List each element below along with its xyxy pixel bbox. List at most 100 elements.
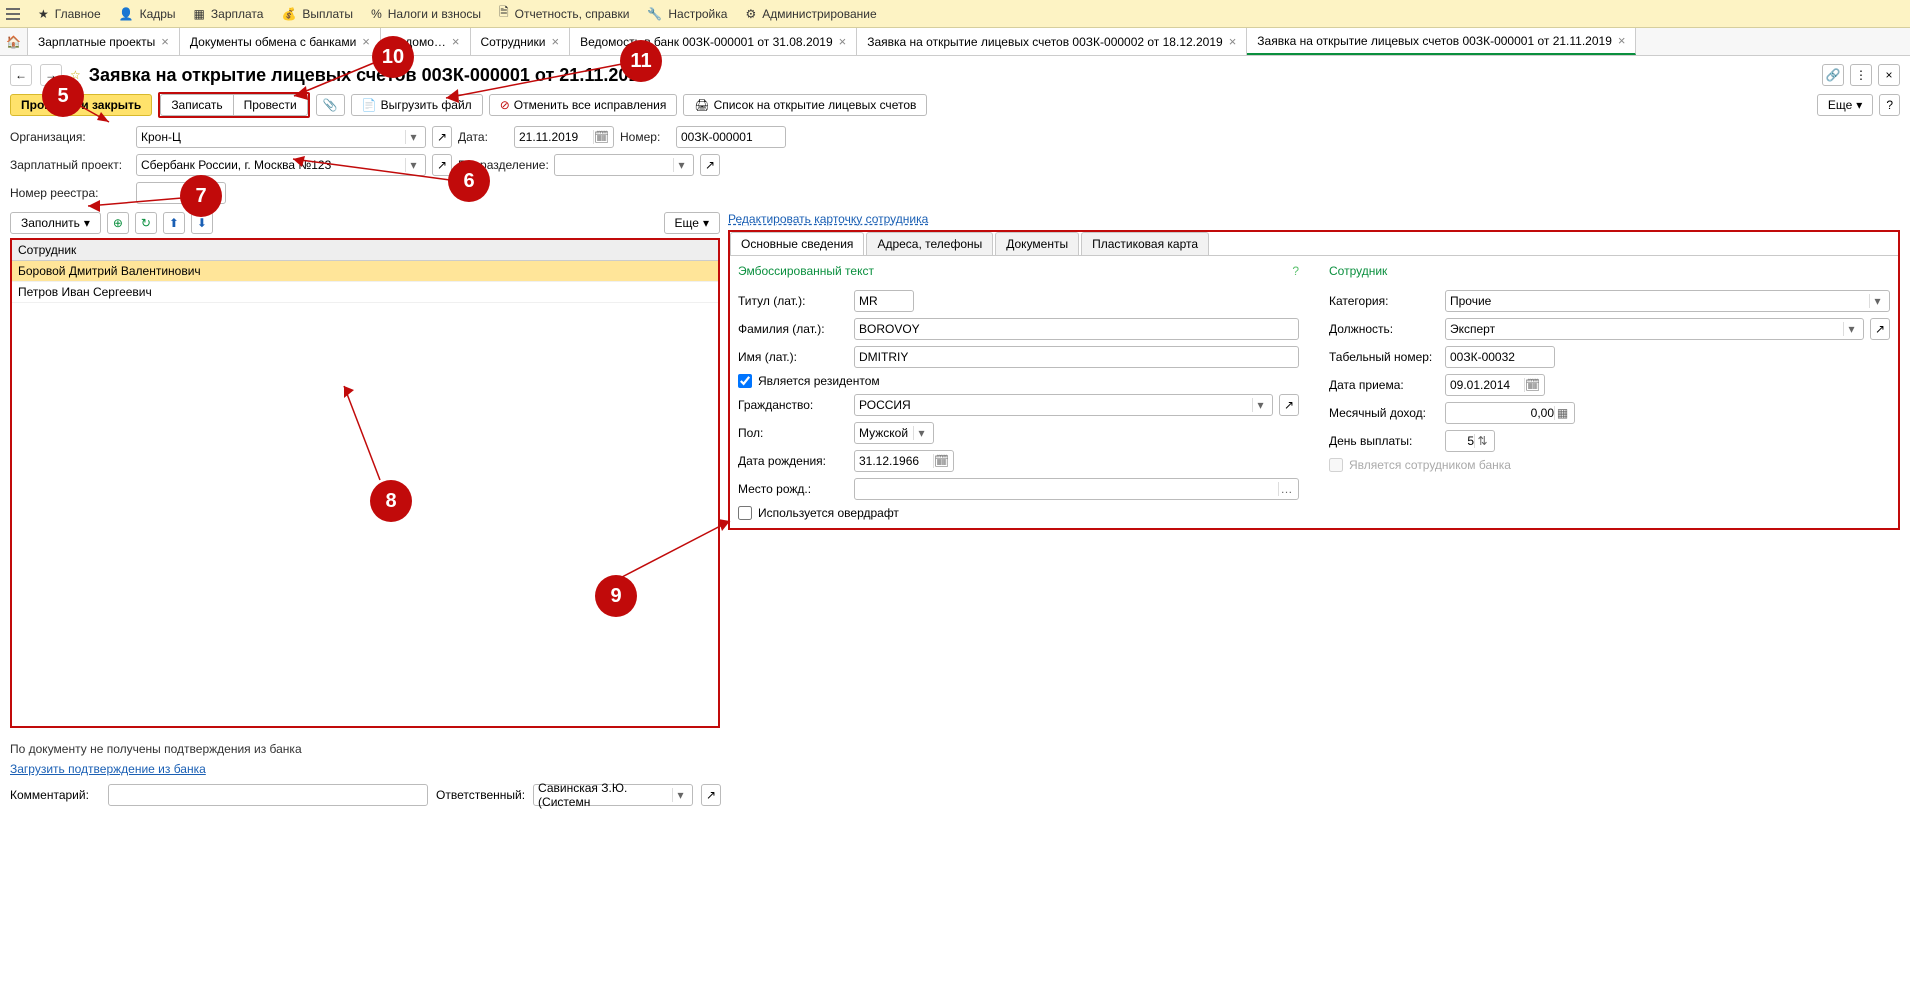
add-row-icon[interactable]: ⊕ (107, 212, 129, 234)
org-open-icon[interactable]: ↗ (432, 126, 452, 148)
dol-input[interactable]: Эксперт▾ (1445, 318, 1864, 340)
podr-open-icon[interactable]: ↗ (700, 154, 720, 176)
calendar-icon[interactable]: 🗓 (1524, 378, 1540, 392)
dropdown-icon[interactable]: ▾ (672, 788, 688, 802)
birthplace-input[interactable]: … (854, 478, 1299, 500)
calendar-icon[interactable]: 🗓 (933, 454, 949, 468)
resident-checkbox[interactable] (738, 374, 752, 388)
calc-icon[interactable]: ▦ (1554, 406, 1570, 420)
tab-5[interactable]: Заявка на открытие лицевых счетов 00ЗК-0… (857, 28, 1247, 55)
imya-input[interactable]: DMITRIY (854, 346, 1299, 368)
grazh-input[interactable]: РОССИЯ▾ (854, 394, 1273, 416)
ellipsis-icon[interactable]: … (1278, 482, 1294, 496)
komm-input[interactable] (108, 784, 428, 806)
kat-input[interactable]: Прочие▾ (1445, 290, 1890, 312)
dropdown-icon[interactable]: ▾ (673, 158, 689, 172)
spisok-button[interactable]: 🖨 Список на открытие лицевых счетов (683, 94, 927, 116)
provesti-button[interactable]: Провести (234, 94, 308, 116)
sotr-header: Сотрудник (1329, 264, 1387, 278)
tab-1[interactable]: Документы обмена с банками× (180, 28, 381, 55)
fam-input[interactable]: BOROVOY (854, 318, 1299, 340)
hint-icon[interactable]: ? (1292, 264, 1299, 278)
close-icon[interactable]: × (1229, 34, 1237, 49)
den-input[interactable]: 5⇅ (1445, 430, 1495, 452)
titul-label: Титул (лат.): (738, 294, 848, 308)
help-button[interactable]: ? (1879, 94, 1900, 116)
close-page-icon[interactable]: × (1878, 64, 1900, 86)
tab-0[interactable]: Зарплатные проекты× (28, 28, 180, 55)
zapolnit-button[interactable]: Заполнить ▾ (10, 212, 101, 234)
org-input[interactable]: Крон-Ц▾ (136, 126, 426, 148)
link-icon[interactable]: 🔗 (1822, 64, 1844, 86)
tab-6[interactable]: Заявка на открытие лицевых счетов 00ЗК-0… (1247, 28, 1636, 55)
num-input[interactable]: 00ЗК-000001 (676, 126, 786, 148)
dropdown-icon[interactable]: ▾ (405, 158, 421, 172)
hamburger-menu[interactable] (6, 8, 20, 20)
ptab-main[interactable]: Основные сведения (730, 232, 864, 255)
table-eshche-button[interactable]: Еще ▾ (664, 212, 720, 234)
menu-otchet[interactable]: 🗎 Отчетность, справки (499, 3, 629, 24)
otv-input[interactable]: Савинская З.Ю. (Системн▾ (533, 784, 693, 806)
titul-input[interactable]: MR (854, 290, 914, 312)
menu-main[interactable]: ★ Главное (38, 7, 101, 21)
dokhod-input[interactable]: 0,00▦ (1445, 402, 1575, 424)
menu-vyplaty[interactable]: 💰 Выплаты (281, 7, 353, 21)
table-row[interactable]: Петров Иван Сергеевич (12, 282, 718, 303)
menu-zarplata[interactable]: ▦ Зарплата (194, 7, 264, 21)
close-icon[interactable]: × (161, 34, 169, 49)
calendar-icon[interactable]: 🗓 (593, 130, 609, 144)
menu-nastroika[interactable]: 🔧 Настройка (647, 7, 727, 21)
edit-card-link[interactable]: Редактировать карточку сотрудника (728, 212, 928, 226)
komm-label: Комментарий: (10, 788, 100, 802)
otv-label: Ответственный: (436, 788, 525, 802)
close-icon[interactable]: × (362, 34, 370, 49)
menu-nalogi[interactable]: % Налоги и взносы (371, 7, 481, 21)
up-icon[interactable]: ⬆ (163, 212, 185, 234)
table-row[interactable]: Боровой Дмитрий Валентинович (12, 261, 718, 282)
date-input[interactable]: 21.11.2019🗓 (514, 126, 614, 148)
refresh-icon[interactable]: ↻ (135, 212, 157, 234)
home-tab[interactable]: 🏠 (0, 28, 28, 55)
close-icon[interactable]: × (552, 34, 560, 49)
proj-label: Зарплатный проект: (10, 158, 130, 172)
kat-label: Категория: (1329, 294, 1439, 308)
otmenit-button[interactable]: ⊘ Отменить все исправления (489, 94, 678, 116)
dropdown-icon[interactable]: ▾ (405, 130, 421, 144)
load-confirm-link[interactable]: Загрузить подтверждение из банка (10, 762, 1900, 776)
dol-open-icon[interactable]: ↗ (1870, 318, 1890, 340)
tab-4[interactable]: Ведомость в банк 00ЗК-000001 от 31.08.20… (570, 28, 857, 55)
otv-open-icon[interactable]: ↗ (701, 784, 721, 806)
grazh-open-icon[interactable]: ↗ (1279, 394, 1299, 416)
close-icon[interactable]: × (1618, 33, 1626, 48)
podr-input[interactable]: ▾ (554, 154, 694, 176)
priem-input[interactable]: 09.01.2014🗓 (1445, 374, 1545, 396)
tabnum-input[interactable]: 00ЗК-00032 (1445, 346, 1555, 368)
dropdown-icon[interactable]: ▾ (913, 426, 929, 440)
menu-kadry[interactable]: 👤 Кадры (119, 7, 176, 21)
dropdown-icon[interactable]: ▾ (1843, 322, 1859, 336)
spinner-icon[interactable]: ⇅ (1474, 434, 1490, 448)
ptab-docs[interactable]: Документы (995, 232, 1079, 255)
attach-button[interactable]: 📎 (316, 94, 345, 116)
num-label: Номер: (620, 130, 670, 144)
vygruzit-button[interactable]: 📄 Выгрузить файл (351, 94, 483, 116)
ptab-address[interactable]: Адреса, телефоны (866, 232, 993, 255)
anno-badge-10: 10 (372, 36, 414, 78)
menu-admin[interactable]: ⚙ Администрирование (745, 7, 876, 21)
zapisat-button[interactable]: Записать (160, 94, 233, 116)
kebab-icon[interactable]: ⋮ (1850, 64, 1872, 86)
overdraft-checkbox[interactable] (738, 506, 752, 520)
eshche-button[interactable]: Еще ▾ (1817, 94, 1873, 116)
close-icon[interactable]: × (452, 34, 460, 49)
dob-input[interactable]: 31.12.1966🗓 (854, 450, 954, 472)
pol-input[interactable]: Мужской▾ (854, 422, 934, 444)
birthplace-label: Место рожд.: (738, 482, 848, 496)
dob-label: Дата рождения: (738, 454, 848, 468)
ptab-card[interactable]: Пластиковая карта (1081, 232, 1209, 255)
dropdown-icon[interactable]: ▾ (1869, 294, 1885, 308)
tab-3[interactable]: Сотрудники× (471, 28, 571, 55)
nav-back-button[interactable]: ← (10, 64, 32, 86)
proj-input[interactable]: Сбербанк России, г. Москва №123▾ (136, 154, 426, 176)
dropdown-icon[interactable]: ▾ (1252, 398, 1268, 412)
close-icon[interactable]: × (839, 34, 847, 49)
